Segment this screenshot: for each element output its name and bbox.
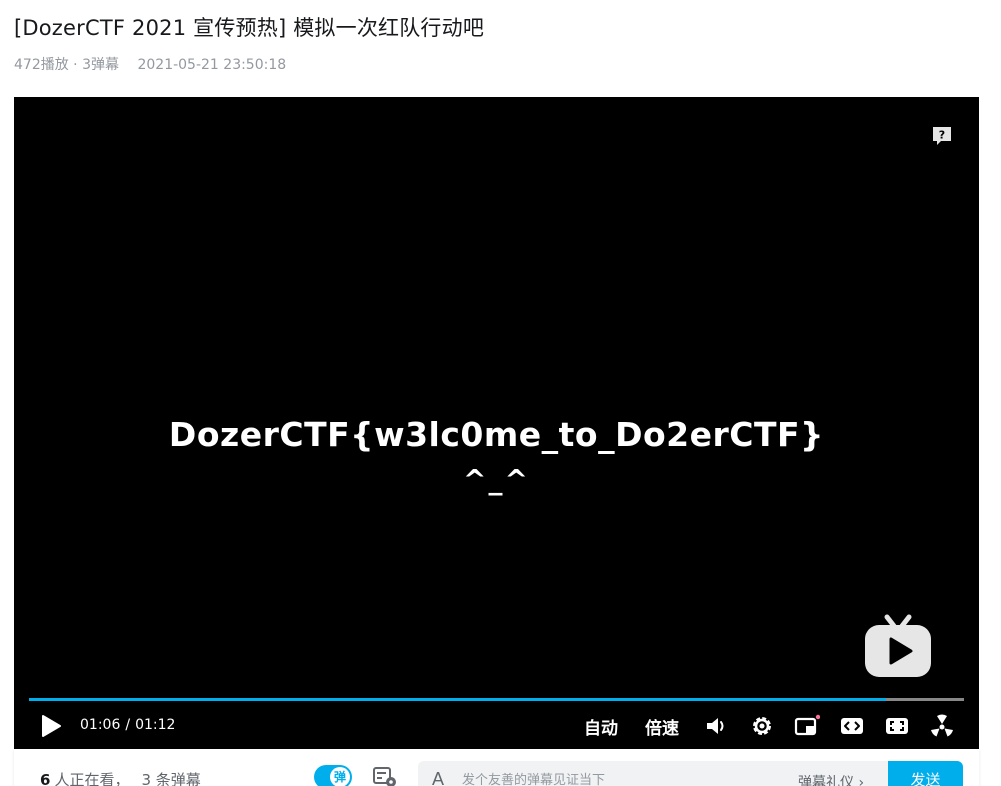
- danmaku-toggle-knob: 弹: [330, 767, 350, 786]
- progress-buffer: [886, 698, 964, 701]
- widescreen-icon[interactable]: [839, 714, 865, 738]
- time-display: 01:06/01:12: [80, 717, 175, 733]
- current-time: 01:06: [80, 717, 121, 733]
- help-icon[interactable]: ?: [931, 125, 953, 147]
- quality-auto-button[interactable]: 自动: [584, 714, 618, 739]
- play-count: 472播放: [14, 57, 69, 73]
- web-fullscreen-icon[interactable]: [884, 714, 910, 738]
- viewer-info: 6 人正在看， 3 条弹幕: [40, 769, 201, 786]
- publish-date: 2021-05-21 23:50:18: [137, 57, 287, 73]
- time-separator: /: [125, 717, 131, 733]
- video-frame-face-text: ^_^: [463, 463, 530, 496]
- danmaku-etiquette-link[interactable]: 弹幕礼仪 ›: [798, 772, 864, 786]
- progress-fill: [29, 698, 887, 701]
- danmaku-toggle[interactable]: 弹: [314, 765, 352, 786]
- tv-logo-icon[interactable]: [863, 613, 933, 679]
- danmaku-total: 3 条弹幕: [141, 771, 201, 786]
- send-button[interactable]: 发送: [888, 761, 963, 786]
- progress-bar[interactable]: [29, 698, 964, 701]
- danmaku-input[interactable]: [462, 767, 782, 786]
- total-time: 01:12: [135, 717, 176, 733]
- video-meta: 472播放 · 3弹幕 2021-05-21 23:50:18: [14, 54, 286, 74]
- video-frame-flag-text: DozerCTF{w3lc0me_to_Do2erCTF}: [168, 415, 825, 454]
- danmaku-settings-icon[interactable]: [372, 766, 398, 786]
- playback-speed-button[interactable]: 倍速: [645, 714, 679, 739]
- viewer-count: 6: [40, 771, 51, 786]
- danmaku-input-wrap: A 弹幕礼仪 › 发送: [418, 761, 963, 786]
- fullscreen-icon[interactable]: [929, 714, 955, 738]
- video-player[interactable]: ? DozerCTF{w3lc0me_to_Do2erCTF} ^_^ 01:0…: [14, 97, 979, 749]
- danmaku-style-icon[interactable]: A: [432, 769, 444, 786]
- pip-icon[interactable]: [794, 714, 820, 738]
- volume-icon[interactable]: [704, 714, 730, 738]
- settings-icon[interactable]: [749, 714, 775, 738]
- play-icon[interactable]: [40, 714, 62, 738]
- meta-separator: ·: [68, 57, 83, 73]
- svg-text:?: ?: [939, 129, 945, 142]
- control-bar: 01:06/01:12 自动 倍速: [14, 703, 979, 749]
- danmaku-bar: 6人正在看， 3 条弹幕 弹 A 弹幕礼仪 › 发送: [14, 749, 979, 786]
- danmaku-count: 3弹幕: [82, 57, 120, 73]
- viewer-suffix: 人正在看，: [54, 771, 130, 786]
- video-title: [DozerCTF 2021 宣传预热] 模拟一次红队行动吧: [14, 16, 485, 40]
